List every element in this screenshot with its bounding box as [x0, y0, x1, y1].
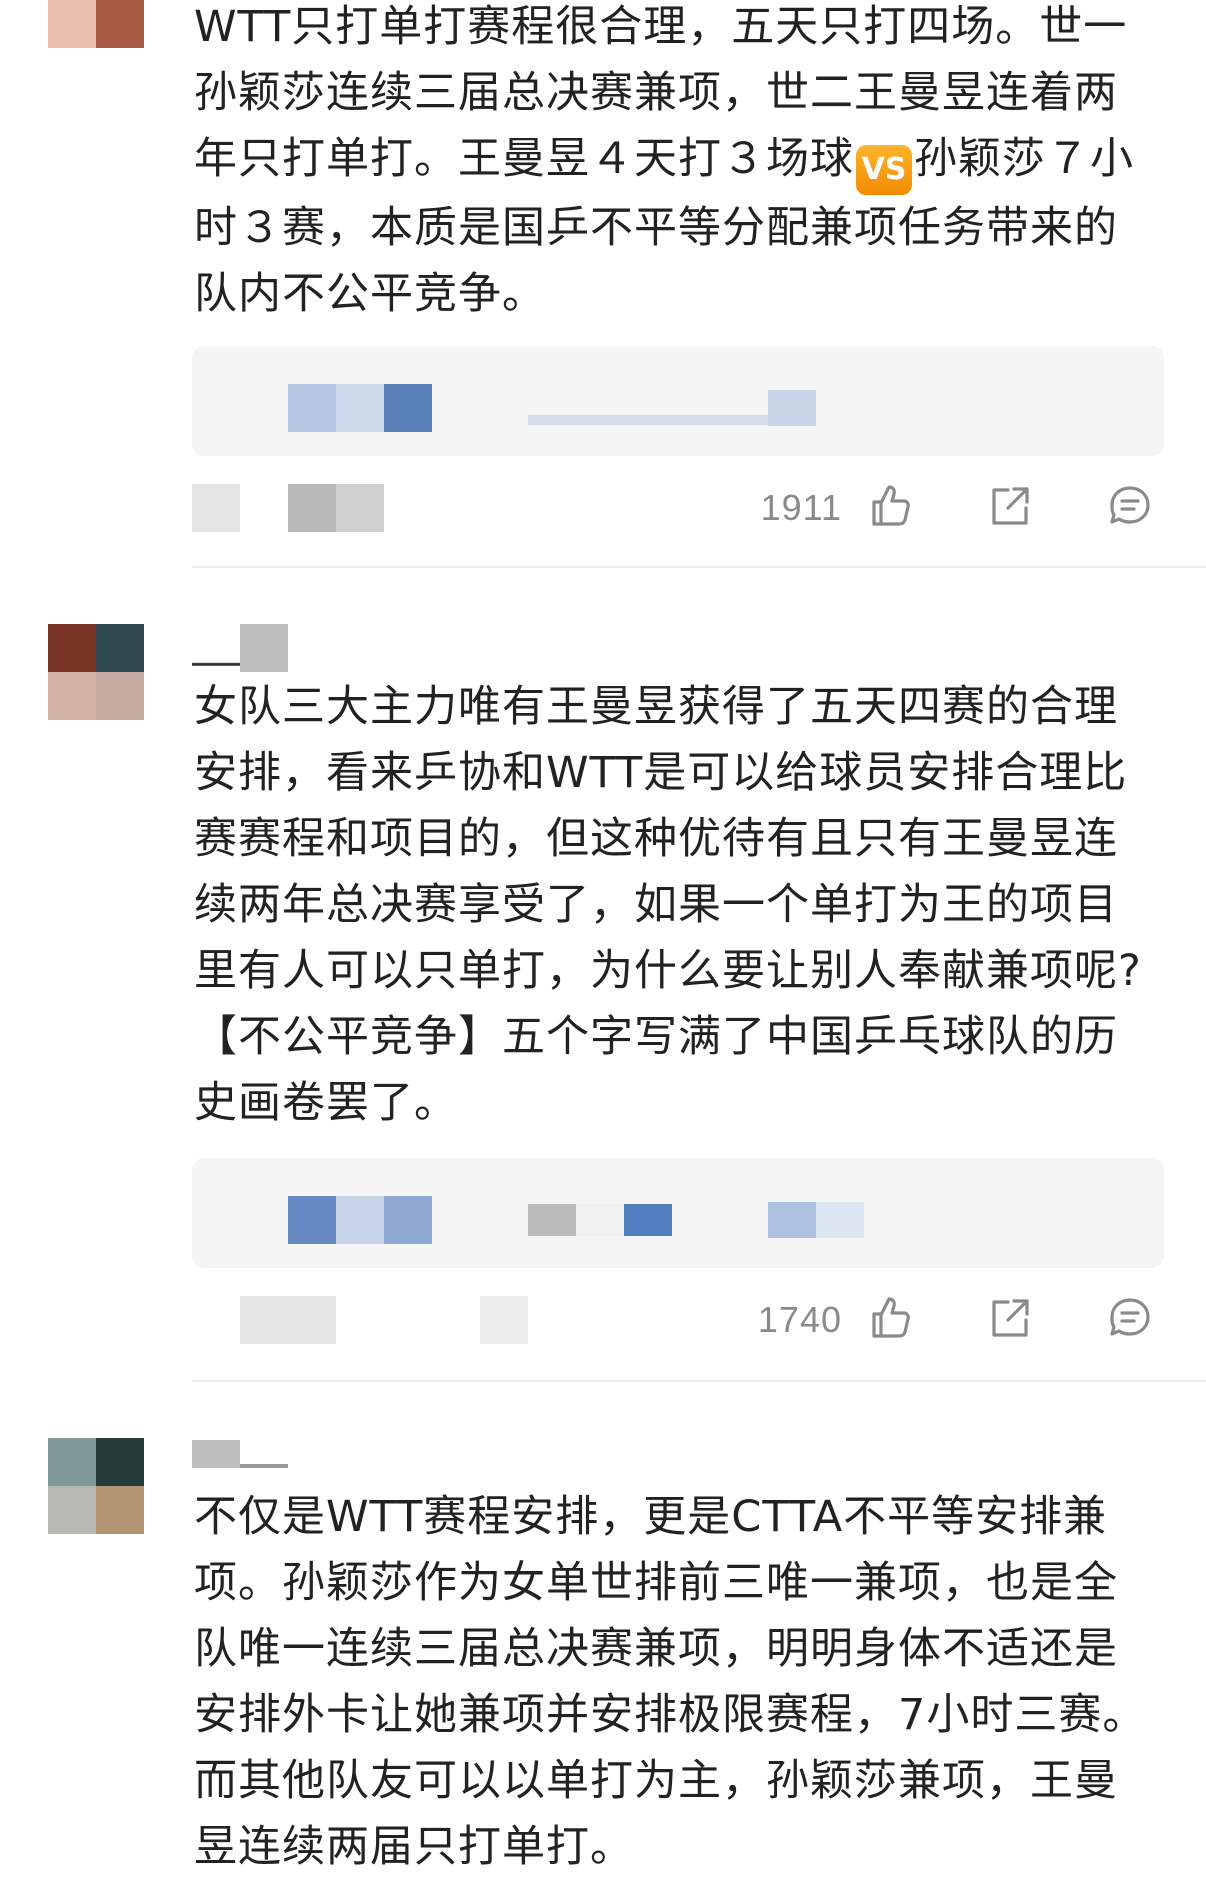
avatar[interactable]: [48, 624, 144, 720]
username[interactable]: [192, 624, 288, 672]
comment-icon[interactable]: [1106, 1294, 1154, 1342]
share-icon[interactable]: [986, 1294, 1034, 1342]
thumbs-up-icon[interactable]: [866, 1294, 914, 1342]
reply-preview[interactable]: [192, 1158, 1164, 1268]
reply-preview-content: [288, 1196, 864, 1244]
comment-actions: 1911: [192, 478, 1164, 538]
avatar[interactable]: [48, 0, 144, 48]
thumbs-up-icon[interactable]: [866, 482, 914, 530]
comment-text: 不仅是WTT赛程安排，更是CTTA不平等安排兼项。孙颖莎作为女单世排前三唯一兼项…: [194, 1492, 1147, 1872]
comment-icon[interactable]: [1106, 482, 1154, 530]
comment-actions: 1740: [192, 1290, 1164, 1350]
like-count: 1740: [757, 1299, 842, 1340]
divider: [192, 566, 1206, 568]
comment-meta: [192, 484, 384, 532]
comment-meta: [192, 1296, 528, 1344]
comment-text: WTT只打单打赛程很合理，五天只打四场。世一孙颖莎连续三届总决赛兼项，世二王曼昱…: [194, 0, 1154, 327]
username[interactable]: [192, 1438, 288, 1470]
vs-emoji-icon: VS: [856, 145, 912, 195]
reply-preview[interactable]: [192, 346, 1164, 456]
reply-preview-content: [288, 384, 816, 432]
comment-text: 女队三大主力唯有王曼昱获得了五天四赛的合理安排，看来乒协和WTT是可以给球员安排…: [194, 682, 1142, 1128]
share-icon[interactable]: [986, 482, 1034, 530]
divider: [192, 1380, 1206, 1382]
like-count: 1911: [760, 487, 842, 528]
avatar[interactable]: [48, 1438, 144, 1534]
